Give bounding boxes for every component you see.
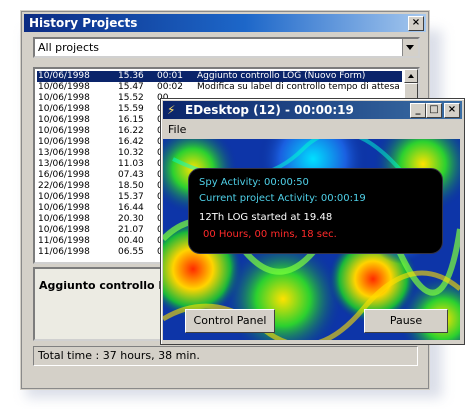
- cell-desc: Aggiunto controllo LOG (Nuovo Form): [197, 71, 366, 81]
- cell-date: 13/06/1998: [38, 159, 90, 169]
- cell-time: 00.40: [118, 236, 144, 246]
- menu-bar: File: [161, 121, 464, 138]
- cell-time: 16.22: [118, 126, 144, 136]
- cell-date: 11/06/1998: [38, 236, 90, 246]
- control-panel-button[interactable]: Control Panel: [185, 309, 275, 333]
- cell-date: 10/06/1998: [38, 104, 90, 114]
- cell-time: 18.50: [118, 181, 144, 191]
- history-title-bar[interactable]: History Projects ×: [24, 14, 426, 32]
- cell-dur: 00:01: [157, 71, 183, 81]
- table-row[interactable]: 10/06/1998 15.47 00:02 Modifica su label di…: [37, 82, 402, 93]
- cell-time: 11.03: [118, 159, 144, 169]
- edesktop-title: EDesktop (12) - 00:00:19: [185, 103, 354, 117]
- cell-date: 10/06/1998: [38, 115, 90, 125]
- menu-file[interactable]: File: [168, 123, 186, 136]
- cell-time: 07.43: [118, 170, 144, 180]
- edesktop-window: ⚡ EDesktop (12) - 00:00:19 _ □ × File Sp…: [160, 98, 465, 345]
- cell-date: 10/06/1998: [38, 126, 90, 136]
- status-bar: Total time : 37 hours, 38 min.: [33, 346, 418, 366]
- cell-date: 13/06/1998: [38, 148, 90, 158]
- cell-date: 10/06/1998: [38, 137, 90, 147]
- project-filter-select[interactable]: All projects: [33, 37, 420, 58]
- cell-time: 15.36: [118, 71, 144, 81]
- dropdown-arrow-button[interactable]: [402, 39, 418, 56]
- lightning-icon: ⚡: [167, 103, 176, 117]
- maximize-button[interactable]: □: [426, 103, 442, 118]
- edesktop-title-bar[interactable]: ⚡ EDesktop (12) - 00:00:19 _ □ ×: [163, 101, 462, 119]
- cell-date: 10/06/1998: [38, 225, 90, 235]
- cell-date: 11/06/1998: [38, 247, 90, 257]
- project-filter-value: All projects: [38, 41, 100, 54]
- scroll-up-button[interactable]: [404, 69, 418, 83]
- minimize-button[interactable]: _: [410, 103, 426, 118]
- arrow-up-icon: [408, 74, 414, 78]
- cell-time: 15.47: [118, 82, 144, 92]
- cell-date: 10/06/1998: [38, 71, 90, 81]
- cell-date: 10/06/1998: [38, 192, 90, 202]
- total-time-label: Total time : 37 hours, 38 min.: [38, 349, 200, 362]
- spy-activity-text: Spy Activity: 00:00:50: [199, 177, 309, 188]
- activity-panel: Spy Activity: 00:00:50 Current project A…: [188, 168, 443, 254]
- cell-time: 16.15: [118, 115, 144, 125]
- cell-time: 15.59: [118, 104, 144, 114]
- cell-date: 10/06/1998: [38, 93, 90, 103]
- table-row[interactable]: 10/06/1998 15.36 00:01 Aggiunto controllo L…: [37, 71, 402, 82]
- edesktop-close-button[interactable]: ×: [444, 103, 460, 118]
- elapsed-time-text: 00 Hours, 00 mins, 18 sec.: [203, 229, 337, 240]
- cell-desc: Modifica su label di controllo tempo di …: [197, 82, 400, 92]
- cell-time: 16.44: [118, 203, 144, 213]
- history-close-button[interactable]: ×: [408, 16, 424, 31]
- log-started-text: 12Th LOG started at 19.48: [199, 212, 333, 223]
- pause-button[interactable]: Pause: [364, 309, 448, 333]
- cell-time: 15.52: [118, 93, 144, 103]
- cell-time: 15.37: [118, 192, 144, 202]
- cell-time: 21.07: [118, 225, 144, 235]
- cell-date: 10/06/1998: [38, 82, 90, 92]
- entry-detail-text: Aggiunto controllo LO: [39, 279, 175, 292]
- cell-date: 10/06/1998: [38, 203, 90, 213]
- cell-time: 10.32: [118, 148, 144, 158]
- chevron-down-icon: [406, 45, 414, 50]
- cell-date: 22/06/1998: [38, 181, 90, 191]
- current-activity-text: Current project Activity: 00:00:19: [199, 193, 366, 204]
- background-artwork: Spy Activity: 00:00:50 Current project A…: [163, 139, 460, 340]
- cell-date: 16/06/1998: [38, 170, 90, 180]
- cell-dur: 00:02: [157, 82, 183, 92]
- cell-date: 10/06/1998: [38, 214, 90, 224]
- cell-time: 16.42: [118, 137, 144, 147]
- cell-time: 06.55: [118, 247, 144, 257]
- history-title: History Projects: [29, 16, 138, 30]
- cell-time: 20.30: [118, 214, 144, 224]
